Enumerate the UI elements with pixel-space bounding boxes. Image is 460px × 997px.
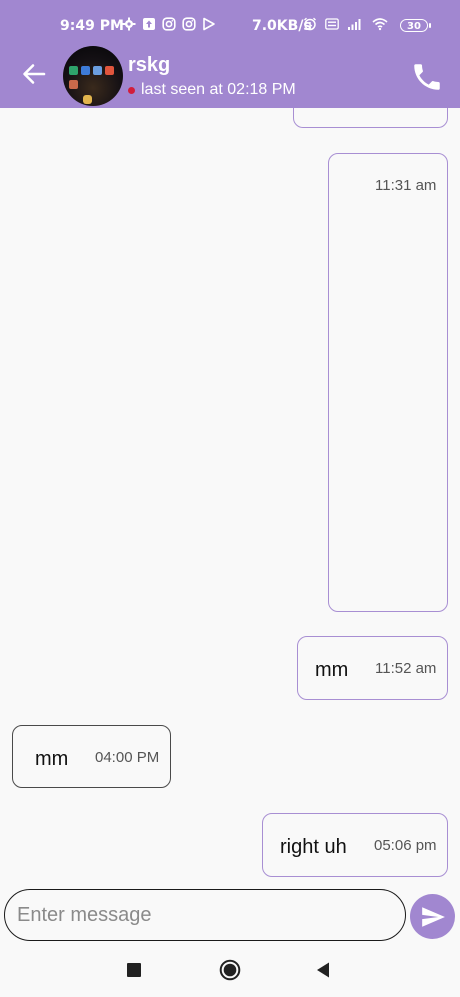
gear-icon: [122, 17, 136, 31]
volte-icon: [325, 18, 339, 30]
avatar-app-icon: [93, 66, 102, 75]
avatar[interactable]: [63, 46, 123, 106]
recents-square-icon[interactable]: [127, 963, 141, 977]
online-dot: [128, 86, 135, 94]
message-input[interactable]: [4, 889, 406, 941]
play-store-icon: [203, 17, 215, 31]
message-text: mm: [35, 748, 69, 770]
chat-header: 9:49 PM 7.0KB/s 30 rskg last seen at 02:…: [0, 0, 460, 108]
avatar-app-icon: [69, 66, 78, 75]
back-button[interactable]: [20, 60, 48, 88]
presence-status: last seen at 02:18 PM: [128, 81, 296, 99]
instagram-icon: [162, 17, 176, 31]
message-bubble-incoming[interactable]: mm 04:00 PM: [12, 725, 171, 788]
message-time: 11:52 am: [375, 660, 437, 677]
send-icon: [421, 906, 445, 927]
message-text: mm: [315, 659, 349, 681]
avatar-app-icon: [69, 80, 78, 89]
message-bubble-outgoing[interactable]: [293, 108, 448, 128]
back-triangle-icon[interactable]: [315, 961, 331, 979]
avatar-app-icon: [81, 66, 90, 75]
avatar-app-icon: [105, 66, 114, 75]
message-bubble-outgoing[interactable]: right uh 05:06 pm: [262, 813, 448, 877]
send-button[interactable]: [410, 894, 455, 939]
contact-name[interactable]: rskg: [128, 54, 170, 77]
message-bubble-outgoing[interactable]: 11:31 am: [328, 153, 448, 612]
message-text: right uh: [280, 836, 347, 858]
battery-tip: [429, 23, 431, 28]
status-bar: 9:49 PM 7.0KB/s 30: [0, 0, 460, 52]
last-seen-text: last seen at 02:18 PM: [141, 81, 296, 98]
message-list[interactable]: 11:31 am mm 11:52 am mm 04:00 PM right u…: [0, 108, 460, 884]
alarm-icon: [304, 17, 316, 31]
message-bubble-outgoing[interactable]: mm 11:52 am: [297, 636, 448, 700]
message-time: 04:00 PM: [95, 749, 160, 766]
status-time: 9:49 PM: [60, 18, 124, 34]
upload-icon: [143, 18, 155, 30]
battery-indicator: 30: [400, 19, 428, 32]
instagram-icon: [182, 17, 196, 31]
status-icons-left: [122, 17, 216, 31]
wifi-icon: [372, 18, 388, 31]
avatar-app-icon: [83, 95, 92, 104]
status-icons-right: [303, 17, 389, 31]
call-button[interactable]: [410, 60, 444, 94]
system-nav-bar: [0, 944, 460, 997]
home-circle-icon[interactable]: [219, 959, 241, 981]
signal-icon: [348, 19, 361, 30]
message-time: 05:06 pm: [374, 837, 437, 854]
message-time: 11:31 am: [375, 177, 437, 194]
